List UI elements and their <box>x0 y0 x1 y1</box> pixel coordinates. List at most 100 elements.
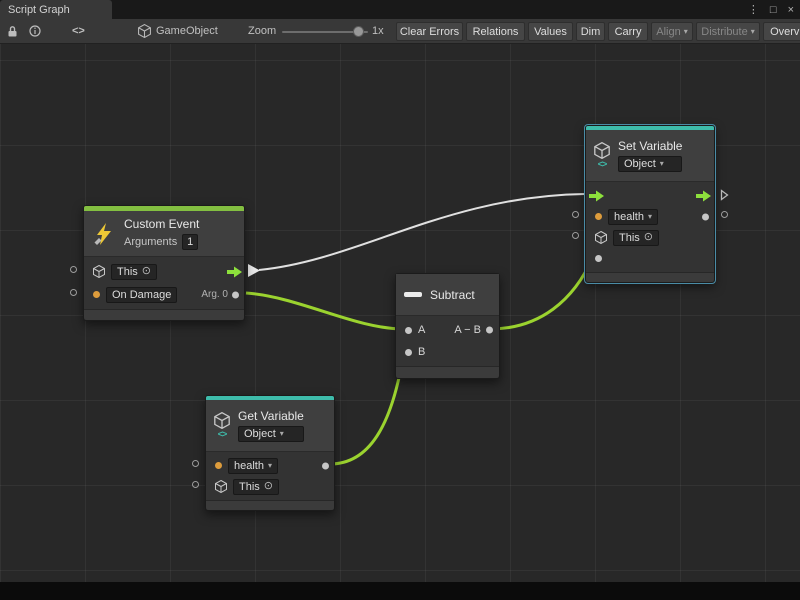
chevron-down-icon: ▾ <box>268 462 272 470</box>
gameobject-cube-icon <box>93 265 105 278</box>
toolbar-button-clear-errors[interactable]: Clear Errors <box>396 22 463 41</box>
output-expression-label: A − B <box>454 324 481 336</box>
graph-toolbar: <> GameObject Zoom 1x Clear Errors Relat… <box>0 19 800 44</box>
flow-output-port[interactable] <box>227 266 242 277</box>
string-port-dot[interactable] <box>595 213 602 220</box>
port-marker-setvariable-value-out[interactable] <box>721 211 728 218</box>
port-row-b: B <box>396 341 499 363</box>
input-b-label: B <box>418 346 425 358</box>
object-picker-icon: ⊙ <box>264 481 273 492</box>
tab-script-graph[interactable]: Script Graph <box>0 0 112 19</box>
port-marker-setvariable-flow-out[interactable] <box>720 189 729 201</box>
gameobject-cube-icon <box>138 24 151 38</box>
value-input-port[interactable] <box>595 255 602 262</box>
value-output-port[interactable] <box>702 213 709 220</box>
input-b-port[interactable] <box>405 349 412 356</box>
object-picker-icon: ⊙ <box>142 266 151 277</box>
arguments-count-field[interactable]: 1 <box>182 234 198 250</box>
chevron-down-icon: ▾ <box>751 28 755 36</box>
variable-name-dropdown[interactable]: health ▾ <box>228 458 278 474</box>
object-picker-icon: ⊙ <box>644 232 653 243</box>
this-object-field[interactable]: This ⊙ <box>613 230 659 246</box>
event-name-field[interactable]: On Damage <box>106 287 177 303</box>
inspect-button[interactable] <box>29 19 41 43</box>
input-a-label: A <box>418 324 425 336</box>
toolbar-button-relations[interactable]: Relations <box>466 22 525 41</box>
flow-output-port[interactable] <box>696 190 711 201</box>
maximize-icon[interactable]: □ <box>770 4 777 16</box>
this-object-field[interactable]: This ⊙ <box>111 264 157 280</box>
zoom-slider-knob[interactable] <box>353 26 364 37</box>
string-port-dot[interactable] <box>93 291 100 298</box>
port-row-value-input <box>586 248 714 269</box>
flow-input-port[interactable] <box>589 190 604 201</box>
port-row-target: This ⊙ <box>206 476 334 497</box>
arg0-output-port[interactable] <box>232 291 239 298</box>
code-icon: <> <box>72 25 85 37</box>
port-row-a: A A − B <box>396 319 499 341</box>
tab-title: Script Graph <box>8 4 70 16</box>
window-controls: ⋮ □ × <box>748 0 794 19</box>
port-row-variable-name: health ▾ <box>586 206 714 227</box>
port-row-flow <box>586 185 714 206</box>
variable-icon: <> <box>214 412 230 439</box>
lock-icon <box>7 25 18 38</box>
chevron-down-icon: ▾ <box>280 430 284 438</box>
arg0-output-label: Arg. 0 <box>201 289 228 300</box>
chevron-down-icon: ▾ <box>660 160 664 168</box>
zoom-value: 1x <box>372 19 384 43</box>
close-icon[interactable]: × <box>788 4 794 16</box>
tab-strip: Script Graph ⋮ □ × <box>0 0 800 19</box>
toolbar-button-dim[interactable]: Dim <box>576 22 605 41</box>
toolbar-button-overview[interactable]: Overview <box>763 22 800 41</box>
port-marker-setvariable-this[interactable] <box>572 232 579 239</box>
toolbar-button-distribute[interactable]: Distribute ▾ <box>696 22 760 41</box>
node-set-variable[interactable]: <> Set Variable Object ▾ health ▾ <box>585 125 715 283</box>
custom-event-icon <box>92 222 116 246</box>
node-footer <box>396 366 499 378</box>
pane-menu-icon[interactable]: ⋮ <box>748 3 759 16</box>
arguments-label: Arguments <box>124 236 177 248</box>
node-title: Get Variable <box>238 410 304 422</box>
variable-scope-dropdown[interactable]: Object ▾ <box>238 426 304 442</box>
node-subtract[interactable]: Subtract A A − B B <box>395 273 500 379</box>
gameobject-cube-icon <box>595 231 607 244</box>
value-output-port[interactable] <box>322 462 329 469</box>
toolbar-button-align[interactable]: Align ▾ <box>651 22 693 41</box>
port-marker-setvariable-name[interactable] <box>572 211 579 218</box>
output-port[interactable] <box>486 327 493 334</box>
info-icon <box>29 25 41 37</box>
port-row-target: This ⊙ <box>84 260 244 283</box>
this-object-field[interactable]: This ⊙ <box>233 479 279 495</box>
gameobject-cube-icon <box>215 480 227 493</box>
port-marker-customevent-name[interactable] <box>70 289 77 296</box>
chevron-down-icon: ▾ <box>684 28 688 36</box>
lock-button[interactable] <box>7 19 18 43</box>
node-title: Custom Event <box>124 218 199 230</box>
gameobject-label: GameObject <box>156 25 218 37</box>
toolbar-button-carry[interactable]: Carry <box>608 22 648 41</box>
port-marker-getvariable-name[interactable] <box>192 460 199 467</box>
node-footer <box>206 500 334 510</box>
node-get-variable[interactable]: <> Get Variable Object ▾ health ▾ This <box>205 395 335 511</box>
variable-icon: <> <box>594 142 610 169</box>
node-title: Subtract <box>430 289 475 301</box>
variable-scope-dropdown[interactable]: Object ▾ <box>618 156 682 172</box>
code-view-button[interactable]: <> <box>72 19 85 43</box>
toolbar-button-values[interactable]: Values <box>528 22 573 41</box>
subtract-icon <box>404 292 422 297</box>
gameobject-context[interactable]: GameObject <box>138 19 218 43</box>
node-custom-event[interactable]: Custom Event Arguments 1 This ⊙ On Damag… <box>83 205 245 321</box>
port-row-target: This ⊙ <box>586 227 714 248</box>
port-marker-getvariable-this[interactable] <box>192 481 199 488</box>
node-footer <box>586 272 714 282</box>
port-row-event-name: On Damage Arg. 0 <box>84 283 244 306</box>
node-footer <box>84 309 244 320</box>
port-marker-customevent-this[interactable] <box>70 266 77 273</box>
port-row-variable-name: health ▾ <box>206 455 334 476</box>
zoom-label: Zoom <box>248 19 276 43</box>
input-a-port[interactable] <box>405 327 412 334</box>
variable-name-dropdown[interactable]: health ▾ <box>608 209 658 225</box>
chevron-down-icon: ▾ <box>648 213 652 221</box>
string-port-dot[interactable] <box>215 462 222 469</box>
